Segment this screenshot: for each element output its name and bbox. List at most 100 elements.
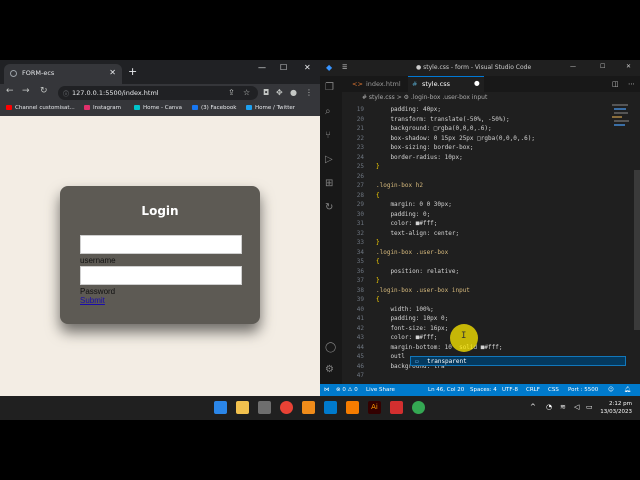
editor-scrollbar[interactable] [634,170,640,330]
feedback-icon[interactable]: ☺ [608,387,614,393]
remote-indicator-icon[interactable]: ⋈ [324,387,330,393]
star-icon[interactable]: ☆ [243,88,250,97]
browser-tab[interactable]: FORM-ecs ✕ [4,64,122,84]
chrome-icon[interactable] [280,401,293,414]
volume-icon[interactable]: ◁ [574,403,579,411]
wifi-icon[interactable]: ≋ [560,403,566,411]
line-number: 35 [356,258,364,265]
source-control-icon[interactable]: ⑂ [325,130,331,141]
maximize-icon[interactable]: ☐ [280,63,287,72]
store-icon[interactable] [258,401,271,414]
youtube-icon [6,105,12,110]
line-number: 44 [356,343,364,351]
bookmark-item[interactable]: Channel customisat... [6,105,75,111]
chrome-alt-icon[interactable] [412,401,425,414]
xampp-icon[interactable] [346,401,359,414]
autocomplete-suggestion[interactable]: ▭ transparent [410,356,626,366]
minimap[interactable] [610,104,632,204]
reload-icon[interactable]: ↻ [40,86,48,96]
line-number: 21 [356,125,364,132]
line-number: 45 [356,353,364,360]
breadcrumb[interactable]: # style.css > ⚙ .login-box .user-box inp… [342,92,640,104]
network-icon[interactable]: ◔ [546,403,552,411]
code-line: position: relative; [376,267,460,275]
file-explorer-icon[interactable] [236,401,249,414]
clock[interactable]: 2:12 pm 13/03/2023 [600,400,632,416]
bookmark-item[interactable]: Instagram [84,105,121,111]
code-line: border-radius: 10px; [376,153,463,161]
battery-icon[interactable]: ▭ [586,403,593,411]
vscode-taskbar-icon[interactable] [324,401,337,414]
menu-icon[interactable]: ☰ [342,64,347,71]
forward-icon[interactable]: → [22,86,30,96]
bookmark-item[interactable]: Home / Twitter [246,105,295,111]
cursor-position[interactable]: Ln 46, Col 20 [428,387,464,393]
split-editor-icon[interactable]: ◫ [612,80,619,88]
code-line: .login-box .user-box input [376,286,470,294]
run-debug-icon[interactable]: ▷ [325,154,333,165]
code-line: font-size: 16px; [376,324,449,332]
live-share-button[interactable]: Live Share [366,387,395,393]
extension-icon[interactable]: ✥ [276,88,283,97]
login-title: Login [141,204,179,218]
address-toolbar: ← → ↻ ⓘ 127.0.0.1:5500/index.html ⇪ ☆ ◘ … [0,84,320,102]
tab-index-html[interactable]: <> index.html [348,76,406,92]
back-icon[interactable]: ← [6,86,14,96]
profile-icon[interactable]: ● [290,88,297,97]
minimize-icon[interactable]: — [570,63,576,70]
explorer-icon[interactable]: ❐ [325,82,334,93]
camera-icon[interactable]: ◘ [263,88,269,97]
line-number: 23 [356,144,364,151]
password-input[interactable] [80,266,242,285]
minimize-icon[interactable]: — [258,63,266,72]
tab-style-css[interactable]: # style.css ● [408,76,484,92]
line-number: 26 [356,172,364,180]
close-window-icon[interactable]: ✕ [304,63,311,72]
app-icon[interactable] [390,401,403,414]
indentation[interactable]: Spaces: 4 [470,387,497,393]
search-icon[interactable]: ⌕ [325,106,331,117]
username-input[interactable] [80,235,242,254]
close-window-icon[interactable]: ✕ [626,63,631,70]
remote-icon[interactable]: ↻ [325,202,333,213]
bell-icon[interactable]: 🔔︎ [624,387,631,393]
tray-chevron-icon[interactable]: ^ [530,403,536,411]
bookmark-item[interactable]: (3) Facebook [192,105,236,111]
editor-tabs: <> index.html # style.css ● ◫ ⋯ [342,76,640,92]
instagram-icon [84,105,90,110]
live-server-port[interactable]: Port : 5500 [568,387,598,393]
line-number: 34 [356,248,364,256]
illustrator-icon[interactable]: Ai [368,401,381,414]
gear-icon[interactable]: ⚙ [325,364,334,375]
unsaved-dot-icon[interactable]: ● [474,79,480,87]
code-line: .login-box h2 [376,182,423,189]
start-icon[interactable] [214,401,227,414]
language-mode[interactable]: CSS [548,387,559,393]
account-icon[interactable]: ◯ [325,342,336,353]
vlc-icon[interactable] [302,401,315,414]
new-tab-icon[interactable]: + [128,65,137,78]
time-text: 2:12 pm [609,401,632,407]
problems-indicator[interactable]: ⊗ 0 ⚠ 0 [336,387,358,393]
line-ending[interactable]: CRLF [526,387,540,393]
code-line: margin: 0 0 30px; [376,201,452,208]
info-icon[interactable]: ⓘ [63,89,69,98]
globe-icon [10,70,17,77]
encoding[interactable]: UTF-8 [502,387,518,393]
line-number: 25 [356,163,364,170]
share-icon[interactable]: ⇪ [228,88,235,97]
line-number: 33 [356,239,364,246]
submit-link[interactable]: Submit [80,296,105,305]
code-line: text-align: center; [376,229,460,237]
bookmark-item[interactable]: Home - Canva [134,105,182,111]
line-number: 42 [356,324,364,332]
more-actions-icon[interactable]: ⋯ [628,80,635,88]
code-line: color: ■#fff; [376,334,438,341]
code-editor[interactable]: 19 padding: 40px; 20 transform: translate… [342,104,640,384]
menu-icon[interactable]: ⋮ [305,88,313,97]
code-line: { [376,258,380,265]
extensions-icon[interactable]: ⊞ [325,178,333,189]
vscode-titlebar: ◆ ☰ ● style.css - form - Visual Studio C… [320,60,640,76]
close-icon[interactable]: ✕ [109,68,116,77]
maximize-icon[interactable]: ☐ [600,63,605,70]
